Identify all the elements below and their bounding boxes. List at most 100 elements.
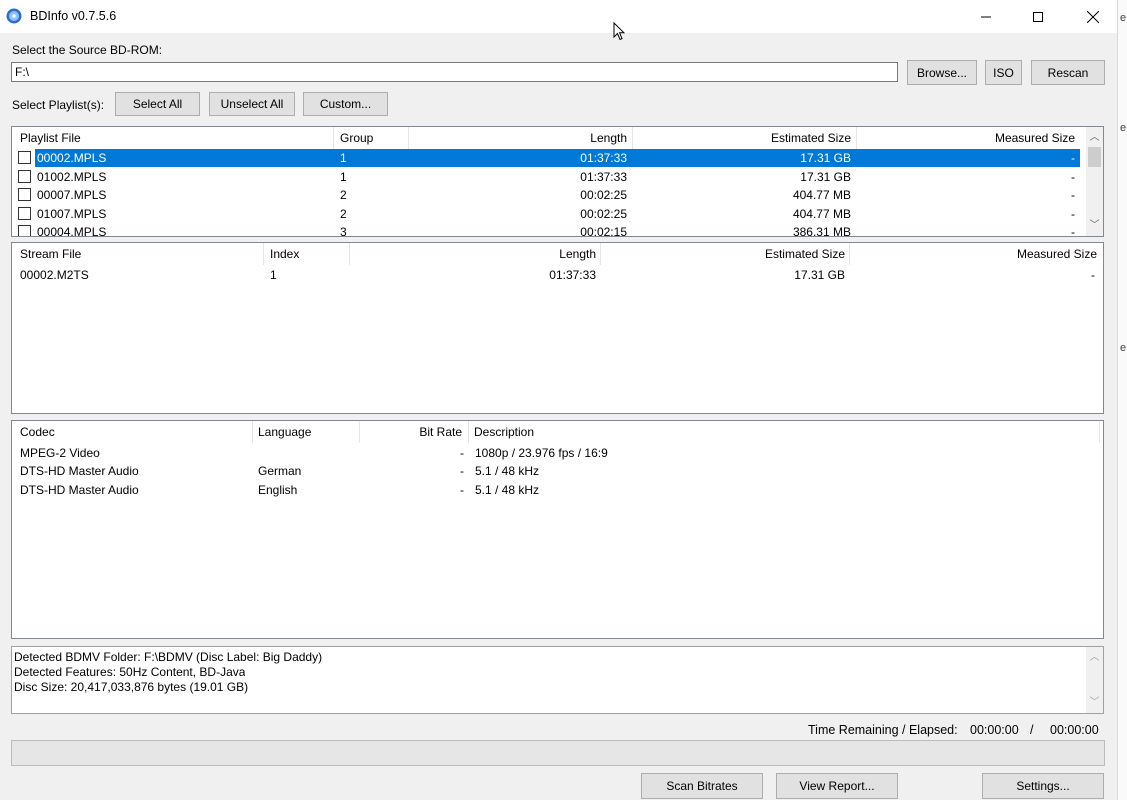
playlist-table[interactable]: Playlist File Group Length Estimated Siz… xyxy=(11,126,1104,237)
scroll-up-icon[interactable]: ︿ xyxy=(1086,649,1103,666)
codec-description: 5.1 / 48 kHz xyxy=(475,464,540,478)
playlist-length: 01:37:33 xyxy=(580,170,627,184)
main-window: BDInfo v0.7.5.6 Select the Source BD-ROM… xyxy=(0,0,1117,800)
stream-table[interactable]: Stream File Index Length Estimated Size … xyxy=(11,242,1104,414)
codec-bit-rate: - xyxy=(460,464,464,478)
browse-button[interactable]: Browse... xyxy=(907,60,977,85)
header-bit-rate[interactable]: Bit Rate xyxy=(360,421,468,443)
playlist-group: 2 xyxy=(340,207,347,221)
background-glyph: e xyxy=(1120,122,1127,134)
unselect-all-button[interactable]: Unselect All xyxy=(209,92,295,116)
maximize-button[interactable] xyxy=(1015,0,1061,33)
info-line: Disc Size: 20,417,033,876 bytes (19.01 G… xyxy=(14,680,249,694)
header-length[interactable]: Length xyxy=(409,127,633,149)
playlist-estimated-size: 386.31 MB xyxy=(792,225,851,237)
header-playlist-file[interactable]: Playlist File xyxy=(14,127,87,149)
playlist-length: 01:37:33 xyxy=(580,151,627,165)
playlist-file: 00007.MPLS xyxy=(37,188,107,202)
playlist-estimated-size: 404.77 MB xyxy=(792,207,851,221)
source-path-field[interactable]: F:\ xyxy=(11,62,898,82)
custom-button[interactable]: Custom... xyxy=(303,92,388,116)
codec-header: Codec Language Bit Rate Description xyxy=(12,421,1103,443)
header-language[interactable]: Language xyxy=(252,421,317,443)
header-estimated-size[interactable]: Estimated Size xyxy=(601,243,851,265)
background-glyph: e xyxy=(1120,12,1127,24)
codec-row[interactable]: MPEG-2 Video - 1080p / 23.976 fps / 16:9 xyxy=(12,444,1103,462)
playlist-row[interactable]: 00007.MPLS 2 00:02:25 404.77 MB - xyxy=(12,186,1087,204)
scroll-down-icon[interactable]: ﹀ xyxy=(1086,217,1103,234)
playlist-measured-size: - xyxy=(1071,188,1075,202)
playlist-measured-size: - xyxy=(1071,225,1075,237)
playlist-estimated-size: 404.77 MB xyxy=(792,188,851,202)
header-description[interactable]: Description xyxy=(468,421,540,443)
stream-header: Stream File Index Length Estimated Size … xyxy=(12,243,1103,265)
header-length[interactable]: Length xyxy=(350,243,602,265)
playlist-measured-size: - xyxy=(1071,170,1075,184)
codec-bit-rate: - xyxy=(460,446,464,460)
info-scrollbar[interactable]: ︿ ﹀ xyxy=(1086,647,1103,713)
playlist-row[interactable]: 00004.MPLS 3 00:02:15 386.31 MB - xyxy=(12,223,1087,237)
playlist-row[interactable]: 01002.MPLS 1 01:37:33 17.31 GB - xyxy=(12,168,1087,186)
playlist-length: 00:02:25 xyxy=(580,188,627,202)
playlist-header: Playlist File Group Length Estimated Siz… xyxy=(12,127,1103,149)
close-icon xyxy=(1087,10,1099,23)
maximize-icon xyxy=(1033,11,1043,22)
scan-bitrates-button[interactable]: Scan Bitrates xyxy=(641,773,763,799)
minimize-button[interactable] xyxy=(963,0,1009,33)
select-all-button[interactable]: Select All xyxy=(115,92,200,116)
source-label: Select the Source BD-ROM: xyxy=(12,43,163,57)
header-measured-size[interactable]: Measured Size xyxy=(857,127,1081,149)
playlist-file: 00004.MPLS xyxy=(37,225,107,237)
stream-index: 1 xyxy=(270,268,277,282)
header-stream-file[interactable]: Stream File xyxy=(14,243,87,265)
playlist-length: 00:02:25 xyxy=(580,207,627,221)
time-separator: / xyxy=(1030,723,1034,737)
disc-info-textbox[interactable]: Detected BDMV Folder: F:\BDMV (Disc Labe… xyxy=(11,646,1104,714)
header-estimated-size[interactable]: Estimated Size xyxy=(633,127,857,149)
stream-row[interactable]: 00002.M2TS 1 01:37:33 17.31 GB - xyxy=(12,266,1103,284)
playlist-checkbox[interactable] xyxy=(18,207,31,220)
codec-description: 5.1 / 48 kHz xyxy=(475,483,540,497)
scroll-thumb[interactable] xyxy=(1088,147,1101,167)
header-group[interactable]: Group xyxy=(334,127,379,149)
codec-bit-rate: - xyxy=(460,483,464,497)
header-index[interactable]: Index xyxy=(264,243,305,265)
title-bar[interactable]: BDInfo v0.7.5.6 xyxy=(0,0,1117,33)
playlist-measured-size: - xyxy=(1071,207,1075,221)
iso-button[interactable]: ISO xyxy=(985,60,1022,85)
playlist-checkbox[interactable] xyxy=(18,225,31,236)
mouse-cursor-icon xyxy=(613,22,625,41)
playlist-row[interactable]: 01007.MPLS 2 00:02:25 404.77 MB - xyxy=(12,205,1087,223)
playlist-checkbox[interactable] xyxy=(18,170,31,183)
playlist-file: 01002.MPLS xyxy=(37,170,107,184)
time-status-label: Time Remaining / Elapsed: xyxy=(808,723,958,737)
playlist-file: 00002.MPLS xyxy=(37,151,107,165)
codec-row[interactable]: DTS-HD Master Audio English - 5.1 / 48 k… xyxy=(12,481,1103,499)
info-line: Detected BDMV Folder: F:\BDMV (Disc Labe… xyxy=(14,650,323,664)
playlist-label: Select Playlist(s): xyxy=(12,98,105,112)
playlist-estimated-size: 17.31 GB xyxy=(800,170,851,184)
codec-language: English xyxy=(258,483,298,497)
scroll-down-icon[interactable]: ﹀ xyxy=(1086,694,1103,711)
header-codec[interactable]: Codec xyxy=(14,421,61,443)
codec-row[interactable]: DTS-HD Master Audio German - 5.1 / 48 kH… xyxy=(12,462,1103,480)
header-measured-size[interactable]: Measured Size xyxy=(850,243,1103,265)
playlist-checkbox[interactable] xyxy=(18,188,31,201)
playlist-scrollbar[interactable]: ︿ ﹀ xyxy=(1086,127,1103,236)
rescan-button[interactable]: Rescan xyxy=(1031,60,1105,85)
codec-name: MPEG-2 Video xyxy=(20,446,100,460)
codec-language: German xyxy=(258,464,302,478)
codec-description: 1080p / 23.976 fps / 16:9 xyxy=(475,446,608,460)
time-remaining: 00:00:00 xyxy=(970,723,1019,737)
playlist-row[interactable]: 00002.MPLS 1 01:37:33 17.31 GB - xyxy=(12,149,1087,167)
background-window: e e e xyxy=(1117,0,1127,800)
view-report-button[interactable]: View Report... xyxy=(776,773,898,799)
stream-estimated-size: 17.31 GB xyxy=(794,268,845,282)
scroll-up-icon[interactable]: ︿ xyxy=(1086,129,1103,146)
scan-progress-bar xyxy=(11,740,1105,766)
codec-table[interactable]: Codec Language Bit Rate Description MPEG… xyxy=(11,420,1104,639)
settings-button[interactable]: Settings... xyxy=(982,773,1104,799)
playlist-checkbox[interactable] xyxy=(18,151,31,164)
close-button[interactable] xyxy=(1070,0,1116,33)
stream-file: 00002.M2TS xyxy=(20,268,89,282)
